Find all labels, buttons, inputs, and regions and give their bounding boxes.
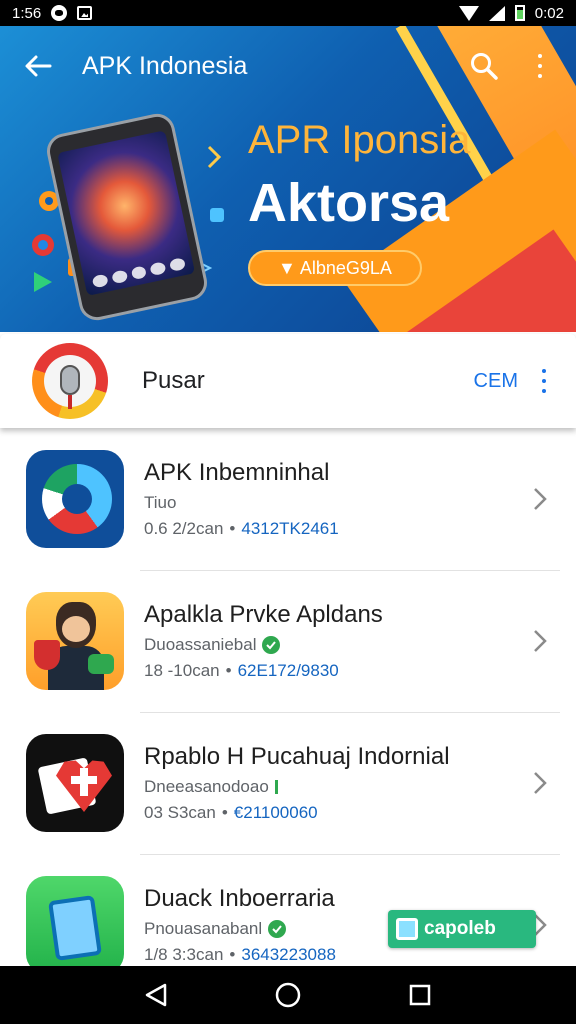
app-meta: 0.6 2/2can • 4312TK2461 — [144, 519, 339, 538]
arrow-left-icon — [25, 55, 52, 77]
app-icon-heart — [26, 734, 124, 832]
signal-icon — [488, 5, 505, 21]
wifi-icon — [458, 5, 479, 21]
app-developer-name: Tiuo — [144, 493, 177, 512]
recents-square-icon — [409, 984, 431, 1006]
app-developer-name: Dneeasanodoao — [144, 777, 269, 796]
app-size: 0.6 2/2can — [144, 519, 224, 538]
featured-app-card[interactable]: Pusar CEM — [0, 334, 576, 428]
app-meta: 03 S3can • €21100060 — [144, 803, 318, 822]
status-bar: 1:56 0:02 — [0, 0, 576, 26]
divider-mark — [274, 780, 278, 794]
chevron-decor-icon — [207, 145, 222, 169]
list-item[interactable]: APK Inbemninhal Tiuo 0.6 2/2can • 4312TK24… — [0, 428, 576, 570]
list-item[interactable]: Rpablo H Pucahuaj Indornial Dneeasanodoa… — [0, 712, 576, 854]
floating-chip[interactable]: capoleb — [388, 910, 536, 948]
page-title: APK Indonesia — [82, 51, 248, 80]
app-bar: APK Indonesia — [0, 26, 576, 106]
list-item[interactable]: Apalkla Prvke Apldans Duoassaniebal 18 -… — [0, 570, 576, 712]
app-title: APK Inbemninhal — [144, 459, 330, 486]
back-triangle-icon — [145, 983, 167, 1007]
nav-home-button[interactable] — [268, 975, 308, 1015]
app-icon-document — [26, 876, 124, 968]
app-code: 62E172/9830 — [237, 661, 339, 680]
app-developer: Duoassaniebal — [144, 635, 530, 655]
floating-chip-label: capoleb — [424, 918, 496, 939]
app-code: 3643223088 — [241, 945, 336, 964]
nav-back-button[interactable] — [136, 975, 176, 1015]
chevron-right-icon[interactable] — [530, 768, 550, 798]
banner-cta-button[interactable]: ▼ AlbneG9LA — [248, 250, 422, 286]
status-time-right: 0:02 — [534, 4, 564, 22]
chevron-right-icon[interactable] — [530, 626, 550, 656]
image-notification-icon — [77, 6, 93, 20]
app-developer: Dneeasanodoao — [144, 777, 530, 797]
notification-icon — [51, 5, 68, 21]
phone-illustration — [43, 110, 211, 324]
header-banner[interactable]: APK Indonesia APR Iponsia Aktorsa ▼ Albn… — [0, 26, 576, 332]
search-button[interactable] — [468, 50, 500, 82]
featured-more-icon[interactable] — [538, 369, 550, 393]
featured-title: Pusar — [142, 367, 205, 394]
app-icon-character — [26, 592, 124, 690]
app-title: Apalkla Prvke Apldans — [144, 601, 383, 628]
app-meta: 1/8 3:3can • 3643223088 — [144, 945, 336, 964]
microphone-logo-icon — [32, 343, 108, 419]
app-size: 1/8 3:3can — [144, 945, 224, 964]
featured-open-button[interactable]: CEM — [474, 370, 518, 393]
status-left: 1:56 — [12, 4, 93, 22]
banner-subheadline: Aktorsa — [248, 173, 450, 233]
app-info: Rpablo H Pucahuaj Indornial Dneeasanodoa… — [144, 743, 530, 823]
app-icon-swirl — [26, 450, 124, 548]
app-code: €21100060 — [233, 803, 318, 822]
home-circle-icon — [275, 982, 301, 1008]
search-icon — [471, 53, 498, 80]
app-code: 4312TK2461 — [241, 519, 339, 538]
chrome-decor-icon — [32, 234, 54, 256]
play-decor-icon — [34, 272, 52, 292]
app-size: 03 S3can — [144, 803, 216, 822]
app-bar-actions — [468, 50, 556, 82]
app-decor-icon — [210, 208, 224, 222]
app-size: 18 -10can — [144, 661, 220, 680]
status-time-left: 1:56 — [12, 4, 42, 22]
app-developer-name: Pnouasanabanl — [144, 919, 263, 938]
app-list: APK Inbemninhal Tiuo 0.6 2/2can • 4312TK24… — [0, 428, 576, 968]
app-title: Rpablo H Pucahuaj Indornial — [144, 743, 450, 770]
tablet-icon — [396, 918, 418, 940]
back-button[interactable] — [20, 48, 56, 84]
nav-recents-button[interactable] — [400, 975, 440, 1015]
app-title: Duack Inboerraria — [144, 885, 335, 912]
more-vert-icon — [534, 54, 546, 78]
status-right: 0:02 — [458, 4, 564, 22]
verified-check-icon — [268, 920, 287, 938]
app-info: APK Inbemninhal Tiuo 0.6 2/2can • 4312TK24… — [144, 459, 530, 539]
system-nav-bar — [0, 966, 576, 1024]
app-info: Apalkla Prvke Apldans Duoassaniebal 18 -… — [144, 601, 530, 681]
app-meta: 18 -10can • 62E172/9830 — [144, 661, 339, 680]
verified-check-icon — [262, 636, 281, 654]
app-developer-name: Duoassaniebal — [144, 635, 257, 654]
chevron-right-icon[interactable] — [530, 484, 550, 514]
more-options-button[interactable] — [524, 50, 556, 82]
battery-icon — [514, 5, 525, 21]
banner-headline: APR Iponsia — [248, 118, 471, 162]
app-developer: Tiuo — [144, 493, 530, 513]
